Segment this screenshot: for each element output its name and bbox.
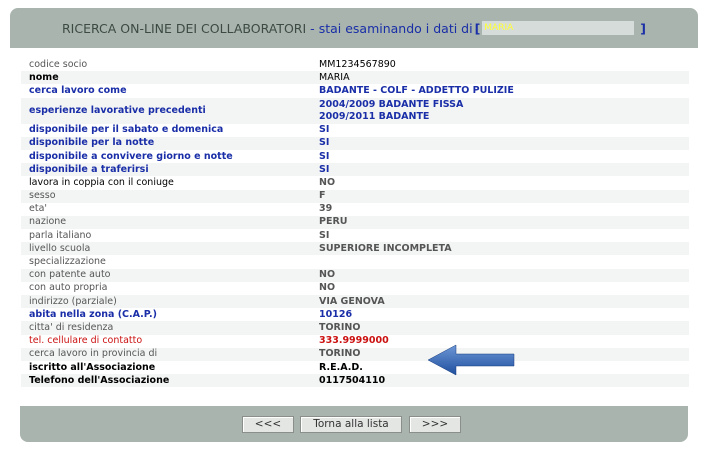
field-label: Telefono dell'Associazione [21,374,311,388]
experience-line-2: 2009/2011 BADANTE [319,110,430,122]
field-value: PERU [311,215,689,230]
field-value [311,255,689,268]
field-label: tel. cellulare di contatto [29,335,143,347]
previous-button[interactable]: <<< [242,416,294,433]
table-row: sesso F [21,189,689,203]
table-row: iscritto all'Associazione R.E.A.D. [21,361,689,374]
experience-line-1: 2004/2009 BADANTE FISSA [319,98,464,110]
field-label: codice socio [29,58,88,70]
table-row: esperienze lavorative precedenti 2004/20… [21,97,689,124]
field-label: livello scuola [21,242,311,256]
field-value: NO [311,268,689,282]
field-label: disponibile a traferirsi [21,163,311,177]
table-row: Telefono dell'Associazione 0117504110 [21,374,689,388]
table-row: disponibile a convivere giorno e notte S… [21,150,689,163]
table-row: tel. cellulare di contatto 333.9999000 [21,335,689,348]
field-value: NO [319,176,336,188]
field-value: TORINO [311,321,689,335]
page-subtitle: stai esaminando i dati di [318,20,473,36]
table-row: disponibile per il sabato e domenica SI [21,124,689,137]
field-label: con auto propria [29,282,108,294]
table-row: citta' di residenza TORINO [21,321,689,335]
table-row: cerca lavoro in provincia di TORINO [21,347,689,361]
table-row: codice socio MM1234567890 [21,58,689,71]
field-label: esperienze lavorative precedenti [21,97,311,124]
field-label: cerca lavoro in provincia di [21,347,311,361]
table-row: nome MARIA [21,71,689,85]
field-label: disponibile per la notte [21,136,311,150]
table-row: con auto propria NO [21,282,689,295]
field-value: SI [311,136,689,150]
candidate-name: MARIA [482,21,635,35]
profile-panel: RICERCA ON-LINE DEI COLLABORATORI - stai… [10,8,698,442]
table-row: livello scuola SUPERIORE INCOMPLETA [21,242,689,256]
field-value: F [311,189,689,203]
field-label: abita nella zona (C.A.P.) [29,308,157,320]
field-value: 39 [319,203,333,215]
table-row: specializzazione [21,255,689,268]
table-row: nazione PERU [21,215,689,230]
title-separator: - [310,20,315,36]
details-table: codice socio MM1234567890 nome MARIA cer… [21,58,689,388]
bracket-open: [ [474,20,481,36]
field-label: indirizzo (parziale) [21,295,311,309]
table-row: lavora in coppia con il coniuge NO [21,176,689,189]
table-row: disponibile per la notte SI [21,136,689,150]
field-label: eta' [29,203,48,215]
table-row: cerca lavoro come BADANTE - COLF - ADDET… [21,84,689,97]
field-value: MM1234567890 [319,58,396,70]
page-header: RICERCA ON-LINE DEI COLLABORATORI - stai… [10,8,698,48]
page-title: RICERCA ON-LINE DEI COLLABORATORI [61,20,307,36]
field-value: 2004/2009 BADANTE FISSA 2009/2011 BADANT… [311,97,689,124]
field-value: 10126 [319,308,353,320]
field-label: specializzazione [29,256,106,268]
field-value: SI [311,163,689,177]
field-value: BADANTE - COLF - ADDETTO PULIZIE [319,84,514,96]
field-label: iscritto all'Associazione [29,361,156,373]
table-row: indirizzo (parziale) VIA GENOVA [21,295,689,309]
field-value: SI [319,229,330,241]
table-row: con patente auto NO [21,268,689,282]
field-label: lavora in coppia con il coniuge [29,176,174,188]
field-value: SI [319,150,330,162]
field-label: con patente auto [21,268,311,282]
next-button[interactable]: >>> [409,416,461,433]
field-label: cerca lavoro come [29,84,127,96]
field-value: SI [319,124,330,136]
field-value: NO [319,282,336,294]
navigation-footer: <<< Torna alla lista >>> [20,406,688,442]
field-label: disponibile per il sabato e domenica [29,124,224,136]
field-label: parla italiano [29,229,92,241]
table-row: eta' 39 [21,203,689,216]
field-value: VIA GENOVA [311,295,689,309]
field-label: disponibile a convivere giorno e notte [29,150,233,162]
field-label: citta' di residenza [21,321,311,335]
field-value: MARIA [311,71,689,85]
details-area: codice socio MM1234567890 nome MARIA cer… [10,48,698,408]
arrow-left-icon [427,344,515,376]
table-row: disponibile a traferirsi SI [21,163,689,177]
table-row: parla italiano SI [21,229,689,242]
field-label: nome [21,71,311,85]
table-row: abita nella zona (C.A.P.) 10126 [21,308,689,321]
field-label: nazione [21,215,311,230]
field-value: SUPERIORE INCOMPLETA [311,242,689,256]
bracket-close: ] [640,20,647,36]
field-label: sesso [21,189,311,203]
back-to-list-button[interactable]: Torna alla lista [300,416,402,433]
